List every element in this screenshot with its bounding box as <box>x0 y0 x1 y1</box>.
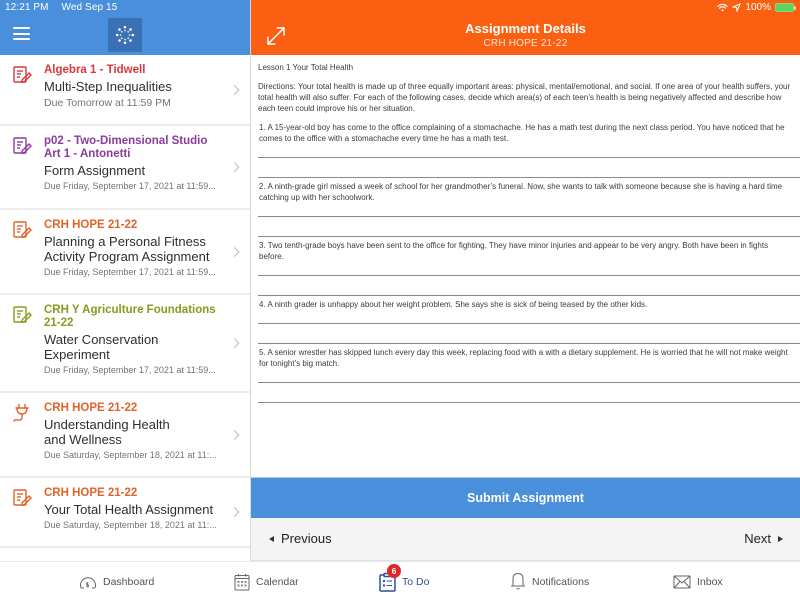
course-name: Algebra 1 - Tidwell <box>44 64 146 76</box>
due-date: Due Tomorrow at 11:59 PM <box>44 97 171 109</box>
answer-line <box>258 177 800 178</box>
left-header: 12:21 PM Wed Sep 15 <box>0 0 250 55</box>
assignment-content: Lesson 1 Your Total Health Directions: Y… <box>251 55 800 477</box>
tab-todo[interactable]: 6 To Do <box>379 562 429 600</box>
answer-line <box>258 323 800 324</box>
hamburger-menu-icon[interactable] <box>13 27 30 40</box>
question-2: 2. A ninth-grade girl missed a week of s… <box>259 182 783 202</box>
tab-label: Notifications <box>532 575 590 588</box>
course-name: CRH HOPE 21-22 <box>44 487 138 499</box>
chevron-right-icon <box>229 429 240 440</box>
course-name: CRH Y Agriculture Foundations 21-22 <box>44 304 216 329</box>
battery-charging-icon <box>775 3 796 12</box>
question-5: 5. A senior wrestler has skipped lunch e… <box>259 348 788 368</box>
plug-icon <box>13 403 29 422</box>
tab-calendar[interactable]: Calendar <box>234 562 299 600</box>
chevron-right-icon <box>229 507 240 517</box>
answer-line <box>258 216 800 217</box>
question-3: 3. Two tenth-grade boys have been sent t… <box>259 241 769 261</box>
course-name: p02 - Two-Dimensional Studio Art 1 - Ant… <box>44 135 208 160</box>
todo-item[interactable]: CRH Y Agriculture Foundations 21-22 Wate… <box>0 295 250 393</box>
due-date: Due Saturday, September 18, 2021 at 11:.… <box>44 450 217 460</box>
chevron-right-icon <box>229 84 240 95</box>
canvas-logo-icon <box>115 25 135 45</box>
tab-label: Dashboard <box>103 575 155 588</box>
todo-item[interactable]: CRH HOPE 21-22 Your Total Health Assignm… <box>0 478 250 548</box>
detail-subtitle: CRH HOPE 21-22 <box>483 38 568 49</box>
todo-item[interactable]: CRH HOPE 21-22 Planning a Personal Fitne… <box>0 210 250 295</box>
status-time: 12:21 PM <box>5 2 49 13</box>
previous-button[interactable]: Previous <box>269 531 332 546</box>
directions-text: Directions: Your total health is made up… <box>258 82 791 113</box>
assignment-title: Planning a Personal Fitness Activity Pro… <box>44 234 210 264</box>
course-name: CRH HOPE 21-22 <box>44 402 138 414</box>
chevron-right-icon <box>229 246 240 257</box>
question-4: 4. A ninth grader is unhappy about her w… <box>259 300 648 309</box>
chevron-right-icon <box>229 338 240 348</box>
envelope-icon <box>673 575 691 588</box>
canvas-logo-button[interactable] <box>108 18 142 52</box>
assignment-icon <box>13 66 32 83</box>
battery-percent: 100% <box>745 2 771 13</box>
tab-label: Calendar <box>256 575 299 588</box>
location-arrow-icon <box>732 3 742 12</box>
detail-title: Assignment Details <box>465 21 586 36</box>
next-label: Next <box>744 531 771 546</box>
tab-label: To Do <box>402 575 430 588</box>
tab-inbox[interactable]: Inbox <box>673 562 723 600</box>
pagination-bar: Previous Next <box>251 518 800 561</box>
status-date: Wed Sep 15 <box>61 2 118 13</box>
tab-label: Inbox <box>697 575 723 588</box>
answer-line <box>258 295 800 296</box>
assignment-icon <box>13 221 32 238</box>
tab-dashboard[interactable]: Dashboard <box>79 562 154 600</box>
todo-count-badge: 6 <box>387 564 401 578</box>
todo-item[interactable]: p02 - Two-Dimensional Studio Art 1 - Ant… <box>0 126 250 210</box>
answer-line <box>258 157 800 158</box>
tab-notifications[interactable]: Notifications <box>510 562 589 600</box>
chevron-right-icon <box>229 162 240 172</box>
due-date: Due Friday, September 17, 2021 at 11:59.… <box>44 181 216 191</box>
answer-line <box>258 402 800 403</box>
assignment-title: Water Conservation Experiment <box>44 332 159 362</box>
answer-line <box>258 275 800 276</box>
assignment-icon <box>13 306 32 323</box>
due-date: Due Friday, September 17, 2021 at 11:59.… <box>44 365 216 375</box>
bell-icon <box>511 572 525 590</box>
todo-list: Algebra 1 - Tidwell Multi-Step Inequalit… <box>0 55 250 561</box>
course-name: CRH HOPE 21-22 <box>44 219 138 231</box>
assignment-title: Your Total Health Assignment <box>44 502 214 517</box>
todo-item[interactable]: Algebra 1 - Tidwell Multi-Step Inequalit… <box>0 55 250 126</box>
next-button[interactable]: Next <box>744 531 783 546</box>
answer-line <box>258 382 800 383</box>
triangle-right-icon <box>778 535 783 542</box>
todo-item[interactable]: CRH HOPE 21-22 Understanding Health and … <box>0 393 250 478</box>
previous-label: Previous <box>281 531 332 546</box>
status-bar-left: 12:21 PM Wed Sep 15 <box>5 2 117 13</box>
bottom-tab-bar: Dashboard Calendar 6 To Do Notifications… <box>0 561 800 600</box>
submit-assignment-button[interactable]: Submit Assignment <box>251 477 800 518</box>
assignment-title: Form Assignment <box>44 163 146 178</box>
assignment-title: Understanding Health and Wellness <box>44 417 170 447</box>
detail-header: 100% Assignment Details CRH HOPE 21-22 <box>251 0 800 55</box>
due-date: Due Friday, September 17, 2021 at 11:59.… <box>44 267 216 277</box>
status-bar-right: 100% <box>717 2 796 13</box>
wifi-icon <box>717 3 729 12</box>
dashboard-gauge-icon <box>80 576 96 588</box>
answer-line <box>258 343 800 344</box>
triangle-left-icon <box>269 535 274 542</box>
assignment-title: Multi-Step Inequalities <box>44 79 172 94</box>
assignment-icon <box>13 137 32 154</box>
assignment-icon <box>13 489 32 506</box>
question-1: 1. A 15-year-old boy has come to the off… <box>259 123 785 143</box>
answer-line <box>258 236 800 237</box>
lesson-title: Lesson 1 Your Total Health <box>258 63 354 72</box>
calendar-icon <box>234 573 250 590</box>
due-date: Due Saturday, September 18, 2021 at 11:.… <box>44 520 217 530</box>
app-root: 12:21 PM Wed Sep 15 Algebra 1 - Tidwell … <box>0 0 800 600</box>
